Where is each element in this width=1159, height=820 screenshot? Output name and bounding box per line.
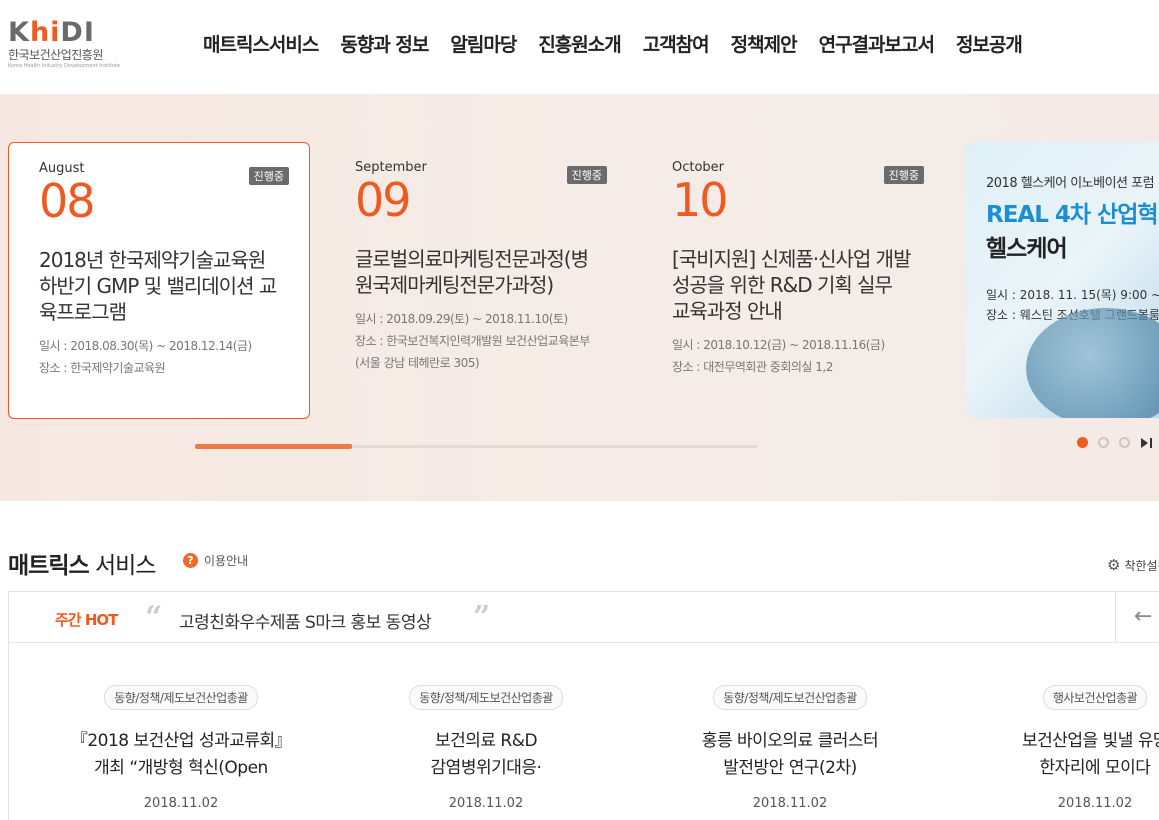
section-title: 매트릭스 서비스 [8,553,156,579]
event-card[interactable]: October 10 진행중 [국비지원] 신제품·신사업 개발 성공을 위한 … [642,142,944,419]
status-badge: 진행중 [248,167,289,185]
event-title[interactable]: 2018년 한국제약기술교육원 하반기 GMP 및 밸리데이션 교육프로그램 [39,247,279,325]
category-tag: 동향/정책/제도보건산업총괄 [104,685,258,710]
slide-dot-2[interactable] [1098,437,1109,448]
open-quote-icon: “ [145,600,163,635]
status-badge: 진행중 [566,166,607,184]
event-place: 장소 : 대전무역회관 중회의실 1,2 [672,360,833,374]
item-date: 2018.11.02 [1057,796,1133,811]
list-item[interactable]: 동향/정책/제도보건산업총괄 홍릉 바이오의료 클러스터 발전방안 연구(2차)… [655,685,925,811]
event-card[interactable]: September 09 진행중 글로벌의료마케팅전문과정(병원국제마케팅전문가… [325,142,627,419]
nav-disclosure[interactable]: 정보공개 [945,30,1033,57]
nav-matrix-service[interactable]: 매트릭스서비스 [192,30,329,57]
main-navigation: 매트릭스서비스 동향과 정보 알림마당 진흥원소개 고객참여 정책제안 연구결과… [192,30,1033,57]
slider-progress-fill [195,444,353,449]
slider-progress-bar[interactable] [195,444,757,449]
category-tag: 동향/정책/제도보건산업총괄 [713,685,867,710]
next-bar-icon [1150,437,1152,448]
status-badge: 진행중 [883,166,924,184]
event-place: 장소 : 한국제약기술교육원 [39,361,166,375]
event-title[interactable]: [국비지원] 신제품·신사업 개발 성공을 위한 R&D 기획 실무 교육과정 … [672,246,914,324]
slider-pagination [1077,437,1152,448]
event-day: 10 [672,173,729,227]
nav-research-reports[interactable]: 연구결과보고서 [808,30,945,57]
event-period: 일시 : 2018.09.29(토) ~ 2018.11.10(토) [355,312,568,326]
promo-line3: 헬스케어 [986,236,1068,262]
promo-line2: REAL 4차 산업혁명 [986,202,1159,228]
matrix-item-list: 동향/정책/제도보건산업총괄 『2018 보건산업 성과교류회』 개최 “개방형… [8,643,1159,820]
event-meta: 일시 : 2018.08.30(목) ~ 2018.12.14(금) 장소 : … [39,335,279,379]
question-icon: ? [183,553,198,568]
list-item[interactable]: 행사보건산업총괄 보건산업을 빛낼 유망 한자리에 모이다 2018.11.02 [960,685,1159,811]
logo-wordmark: KhiDI [8,17,95,48]
slide-dot-1[interactable] [1077,437,1088,448]
gear-icon: ⚙ [1107,556,1121,574]
item-date: 2018.11.02 [448,796,524,811]
promo-date: 일시 : 2018. 11. 15(목) 9:00 ~ [986,288,1159,302]
event-day: 09 [355,173,412,227]
weekly-hot-link[interactable]: 고령친화우수제품 S마크 홍보 동영상 [179,608,432,633]
promo-line1: 2018 헬스케어 이노베이션 포럼 [986,176,1155,191]
prev-arrow-button[interactable]: ← [1115,592,1159,642]
settings-label: 착한설정 [1124,558,1159,573]
weekly-hot-bar: 주간 HOT “ 고령친화우수제품 S마크 홍보 동영상 ” ← [8,591,1159,643]
nav-policy-proposal[interactable]: 정책제안 [720,30,808,57]
usage-guide-link[interactable]: ? 이용안내 [183,552,248,569]
settings-link[interactable]: ⚙ 착한설정 [1107,556,1159,574]
nav-trends-info[interactable]: 동향과 정보 [329,30,439,57]
khidi-logo[interactable]: KhiDI 한국보건산업진흥원 Korea Health Industry De… [8,18,128,78]
event-hero-slider: August 08 진행중 2018년 한국제약기술교육원 하반기 GMP 및 … [0,94,1159,501]
item-date: 2018.11.02 [143,796,219,811]
nav-customer[interactable]: 고객참여 [632,30,720,57]
usage-guide-label: 이용안내 [204,554,249,568]
event-day: 08 [39,174,96,228]
event-period: 일시 : 2018.08.30(목) ~ 2018.12.14(금) [39,339,252,353]
nav-about[interactable]: 진흥원소개 [527,30,631,57]
list-item[interactable]: 동향/정책/제도보건산업총괄 『2018 보건산업 성과교류회』 개최 “개방형… [46,685,316,811]
event-period: 일시 : 2018.10.12(금) ~ 2018.11.16(금) [672,338,885,352]
list-item[interactable]: 동향/정책/제도보건산업총괄 보건의료 R&D 감염병위기대응· 2018.11… [351,685,621,811]
item-title[interactable]: 보건의료 R&D 감염병위기대응· [351,728,621,782]
item-title[interactable]: 『2018 보건산업 성과교류회』 개최 “개방형 혁신(Open [46,728,316,782]
category-tag: 동향/정책/제도보건산업총괄 [409,685,563,710]
event-card[interactable]: August 08 진행중 2018년 한국제약기술교육원 하반기 GMP 및 … [8,142,310,419]
slide-dot-3[interactable] [1119,437,1130,448]
play-icon[interactable] [1141,437,1148,448]
logo-english-name: Korea Health Industry Development Instit… [8,63,120,69]
weekly-hot-label: 주간 HOT [55,611,118,629]
site-header: KhiDI 한국보건산업진흥원 Korea Health Industry De… [0,0,1159,94]
event-title[interactable]: 글로벌의료마케팅전문과정(병원국제마케팅전문가과정) [355,246,597,298]
item-date: 2018.11.02 [752,796,828,811]
event-place: 장소 : 한국보건복지인력개발원 보건산업교육본부(서울 강남 테헤란로 305… [355,334,590,370]
event-meta: 일시 : 2018.09.29(토) ~ 2018.11.10(토) 장소 : … [355,308,597,374]
promo-banner[interactable]: 2018 헬스케어 이노베이션 포럼 REAL 4차 산업혁명 헬스케어 일시 … [966,142,1159,418]
event-meta: 일시 : 2018.10.12(금) ~ 2018.11.16(금) 장소 : … [672,334,914,378]
nav-notices[interactable]: 알림마당 [439,30,527,57]
close-quote-icon: ” [473,600,491,635]
item-title[interactable]: 홍릉 바이오의료 클러스터 발전방안 연구(2차) [655,728,925,782]
item-title[interactable]: 보건산업을 빛낼 유망 한자리에 모이다 [960,728,1159,782]
logo-korean-name: 한국보건산업진흥원 [8,48,103,62]
category-tag: 행사보건산업총괄 [1042,685,1148,710]
